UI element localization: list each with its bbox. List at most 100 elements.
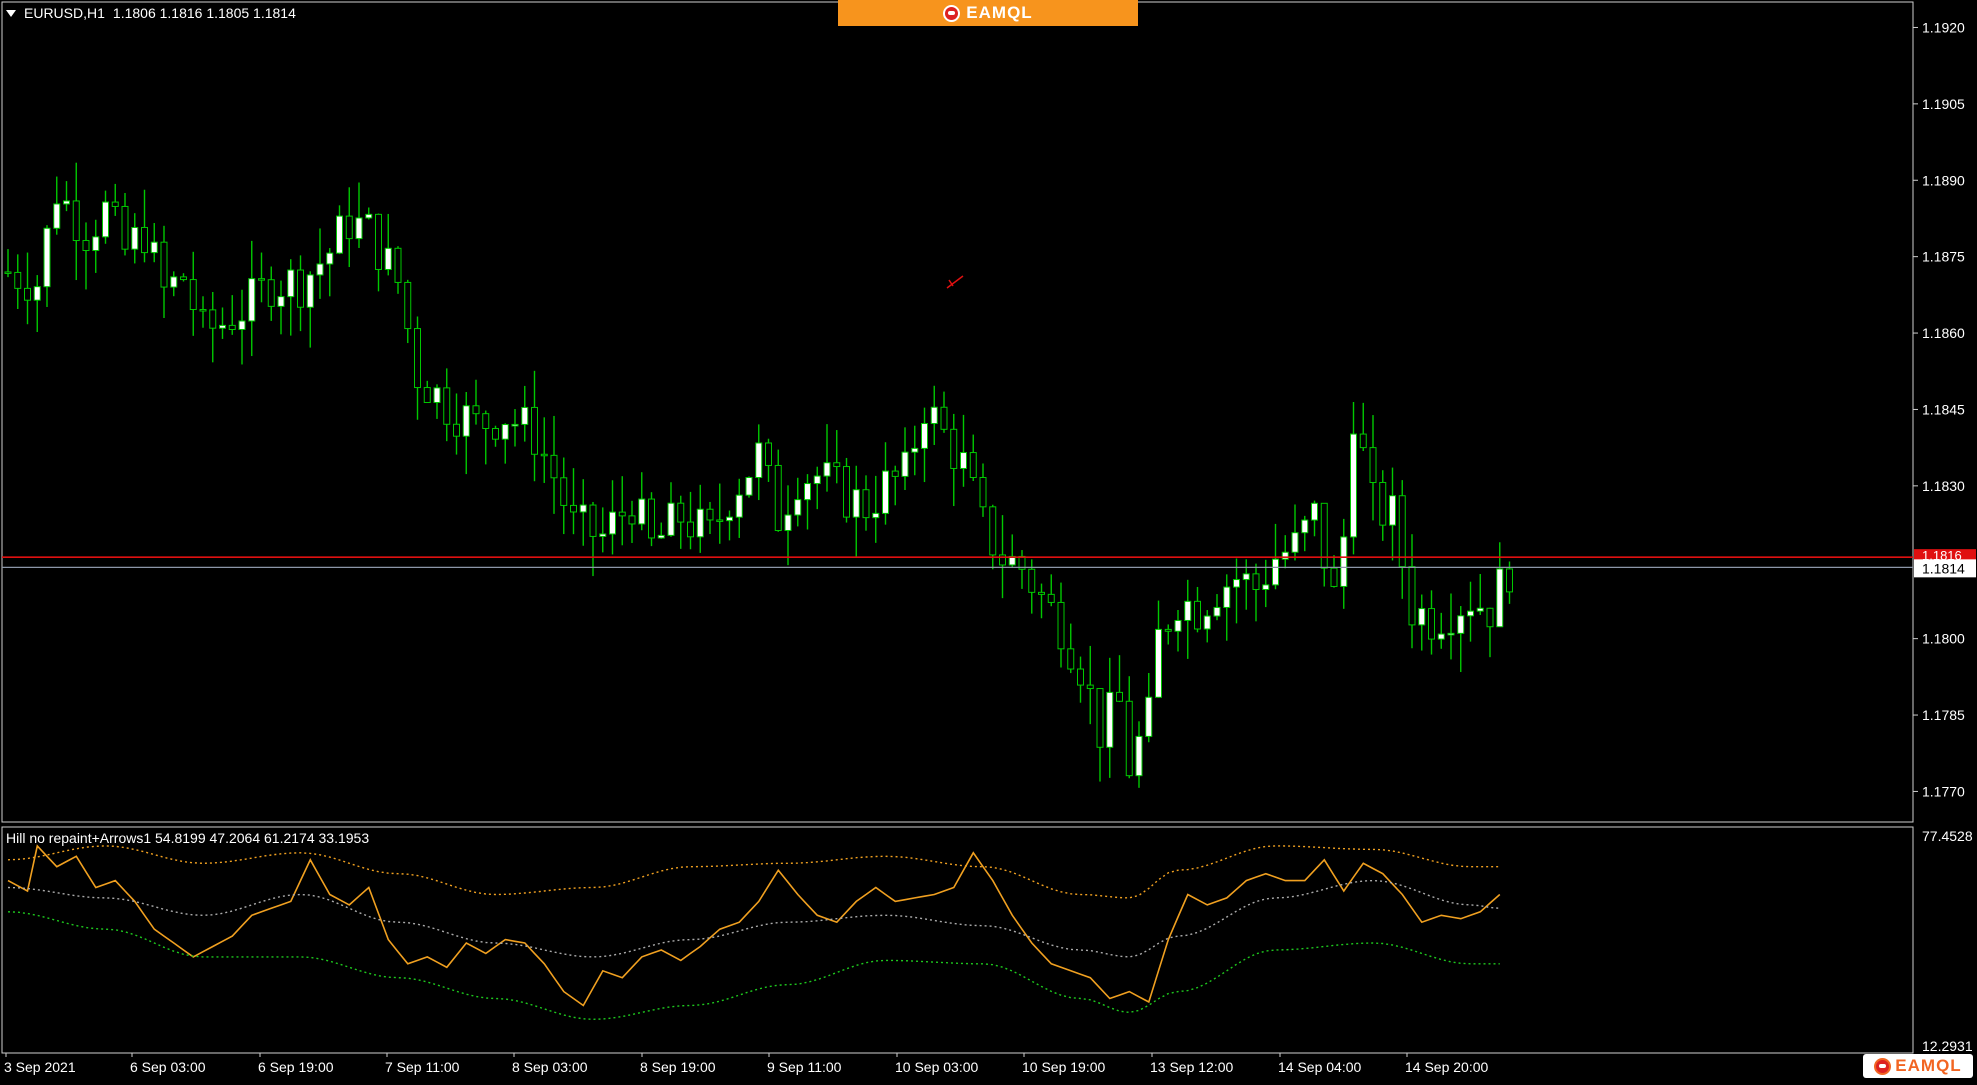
candle-body	[930, 406, 938, 425]
candle-body	[1340, 536, 1348, 587]
candle-body	[979, 477, 987, 508]
time-tick-label: 10 Sep 03:00	[895, 1059, 979, 1075]
candle-body	[628, 515, 636, 525]
candle-body	[160, 241, 168, 288]
candle-body	[336, 215, 343, 254]
candle-body	[1116, 691, 1123, 702]
candle-body	[121, 205, 129, 250]
banner-brand: EAMQL	[966, 3, 1033, 22]
candle-body	[1242, 573, 1250, 581]
candle-body	[862, 489, 870, 519]
candle-body	[1145, 696, 1153, 737]
candle-body	[1369, 447, 1377, 483]
candle-body	[1291, 532, 1299, 553]
candle-body	[53, 203, 61, 229]
candle-body	[219, 324, 226, 329]
candle-body	[170, 276, 178, 288]
candle-body	[1496, 568, 1504, 628]
candle-body	[667, 502, 675, 536]
candle-body	[443, 387, 451, 425]
trading-chart[interactable]: 1.1920 1.1905 1.1890 1.1875 1.1860 1.1845 1.18…	[0, 0, 1977, 1080]
time-tick-label: 14 Sep 20:00	[1405, 1059, 1489, 1075]
candle-body	[423, 387, 431, 403]
candle-body	[1262, 584, 1270, 591]
price-panel-border	[1, 1, 1914, 823]
candle-body	[1272, 558, 1279, 586]
candle-body	[774, 464, 782, 532]
candle-body	[33, 286, 41, 301]
candle-body	[1135, 735, 1143, 777]
candle-body	[384, 247, 392, 270]
candle-body	[248, 278, 256, 322]
time-tick-label: 7 Sep 11:00	[385, 1059, 460, 1075]
candle-body	[150, 241, 158, 254]
candle-body	[794, 499, 802, 516]
candle-body	[1233, 579, 1240, 588]
candle-body	[804, 483, 811, 501]
dropdown-triangle-icon[interactable]	[6, 9, 16, 17]
price-tick-label: 1.1785	[1922, 707, 1965, 723]
candle-body	[1213, 606, 1221, 617]
candle-body	[833, 462, 841, 468]
candle-body	[92, 236, 100, 252]
candle-body	[1203, 615, 1211, 630]
candle-body	[414, 328, 421, 389]
candle-body	[901, 451, 909, 477]
hill-oscillator-line	[7, 844, 1501, 1007]
price-axis: 1.1920 1.1905 1.1890 1.1875 1.1860 1.1845 1.18…	[1913, 19, 1976, 799]
candle-body	[1252, 573, 1260, 591]
corner-brand-text: EAMQL	[1895, 1056, 1962, 1075]
candle-body	[1447, 632, 1455, 636]
candle-body	[960, 452, 967, 469]
candle-body	[1379, 481, 1387, 526]
bid-price-tag-label: 1.1814	[1922, 560, 1965, 576]
candle-body	[1301, 519, 1309, 534]
time-tick-label: 14 Sep 04:00	[1278, 1059, 1362, 1075]
candle-body	[1418, 608, 1426, 626]
candle-body	[882, 470, 889, 514]
candle-body	[180, 276, 187, 281]
candle-body	[589, 504, 597, 537]
candle-body	[24, 287, 31, 301]
candle-body	[648, 498, 655, 539]
candle-body	[1350, 433, 1357, 538]
candle-body	[43, 227, 51, 288]
candle-body	[326, 252, 334, 265]
candle-body	[940, 406, 948, 430]
candle-body	[1164, 628, 1172, 632]
candle-body	[1467, 610, 1474, 617]
candle-body	[501, 424, 509, 440]
candle-body	[560, 477, 568, 506]
time-axis: 3 Sep 2021 6 Sep 03:00 6 Sep 19:00 7 Sep 11…	[4, 1053, 1489, 1075]
indicator-panel-border	[1, 826, 1914, 1054]
candle-body	[365, 213, 373, 219]
time-tick-label: 9 Sep 11:00	[767, 1059, 842, 1075]
candle-body	[852, 489, 860, 518]
candle-body	[716, 519, 724, 522]
top-banner[interactable]: EAMQL	[838, 0, 1138, 26]
candle-body	[511, 423, 519, 427]
candle-body	[706, 508, 714, 521]
candle-body	[540, 453, 548, 457]
price-tick-label: 1.1770	[1922, 783, 1965, 799]
candle-body	[375, 213, 382, 270]
chart-svg[interactable]: 1.1920 1.1905 1.1890 1.1875 1.1860 1.1845 1.18…	[0, 0, 1977, 1080]
lower-band-line	[7, 911, 1500, 1021]
candle-body	[1057, 601, 1065, 650]
candle-body	[570, 504, 577, 513]
candle-body	[1096, 688, 1104, 748]
candle-body	[579, 504, 587, 513]
price-tick-label: 1.1830	[1922, 478, 1965, 494]
candle-body	[599, 533, 607, 537]
candle-body	[1398, 495, 1406, 568]
chart-header: EURUSD,H1 1.1806 1.1816 1.1805 1.1814	[6, 5, 296, 21]
candle-body	[189, 279, 197, 311]
candle-body	[267, 279, 275, 307]
candle-body	[745, 477, 753, 496]
candle-body	[199, 309, 207, 312]
candle-body	[1047, 593, 1055, 603]
middle-line	[7, 879, 1500, 958]
candle-body	[609, 511, 616, 535]
candle-body	[433, 387, 441, 403]
upper-band-line	[7, 845, 1500, 899]
